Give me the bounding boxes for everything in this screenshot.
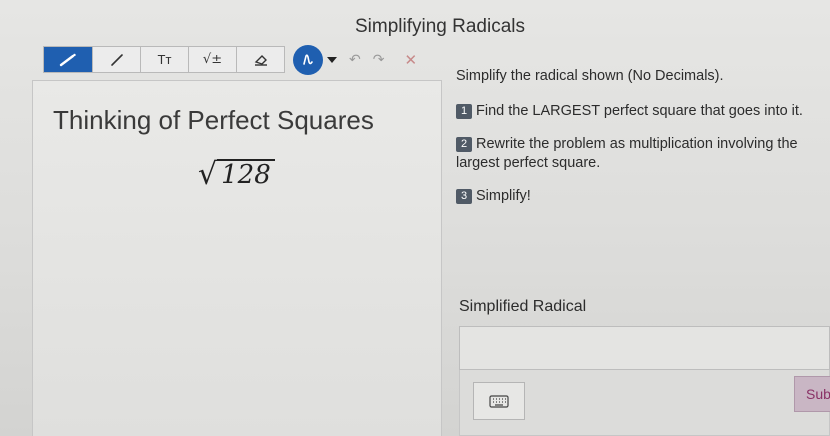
instructions-intro: Simplify the radical shown (No Decimals)… — [456, 68, 724, 84]
square-root-symbol: √ — [198, 156, 218, 192]
step-text: Find the LARGEST perfect square that goe… — [476, 103, 803, 119]
clear-icon[interactable]: ✕ — [404, 51, 417, 69]
stroke-style-button[interactable] — [293, 44, 323, 75]
redo-icon[interactable]: ↷ — [373, 51, 385, 68]
keyboard-icon — [489, 395, 509, 408]
instruction-step: 1 Find the LARGEST perfect square that go… — [456, 102, 830, 121]
step-number-badge: 2 — [456, 137, 472, 152]
text-tool-icon: Tт — [157, 52, 172, 67]
radical-expression: √ 128 — [198, 159, 275, 190]
text-tool-button[interactable]: Tт — [141, 46, 189, 73]
step-number-badge: 3 — [456, 189, 472, 204]
pen-tool-button[interactable] — [43, 46, 93, 73]
step-text: Simplify! — [476, 188, 531, 204]
squiggle-icon — [303, 53, 313, 65]
page-title: Simplifying Radicals — [355, 16, 526, 37]
eraser-tool-button[interactable] — [237, 46, 285, 73]
instruction-step: 2 Rewrite the problem as multiplication i… — [456, 135, 830, 173]
simplified-radical-input[interactable] — [459, 326, 830, 370]
line-tool-button[interactable] — [93, 46, 141, 73]
instruction-step: 3 Simplify! — [456, 187, 830, 206]
drawing-toolbar: Tт √± ↶ ↷ ✕ — [43, 44, 417, 75]
eraser-icon — [254, 54, 267, 66]
math-tool-icon: √± — [202, 52, 223, 67]
pen-icon — [59, 53, 76, 66]
math-tool-button[interactable]: √± — [189, 46, 237, 73]
radicand: 128 — [217, 159, 275, 190]
undo-icon[interactable]: ↶ — [349, 51, 361, 68]
step-text: Rewrite the problem as multiplication in… — [456, 136, 798, 171]
keyboard-button[interactable] — [473, 382, 525, 420]
line-icon — [110, 53, 123, 66]
submit-button[interactable]: Submit — [794, 376, 830, 412]
whiteboard[interactable]: Thinking of Perfect Squares √ 128 — [32, 80, 442, 436]
instructions-panel: Simplify the radical shown (No Decimals)… — [456, 68, 830, 220]
answer-label: Simplified Radical — [459, 298, 587, 315]
step-number-badge: 1 — [456, 104, 472, 119]
whiteboard-heading: Thinking of Perfect Squares — [53, 105, 374, 135]
chevron-down-icon[interactable] — [327, 56, 337, 63]
